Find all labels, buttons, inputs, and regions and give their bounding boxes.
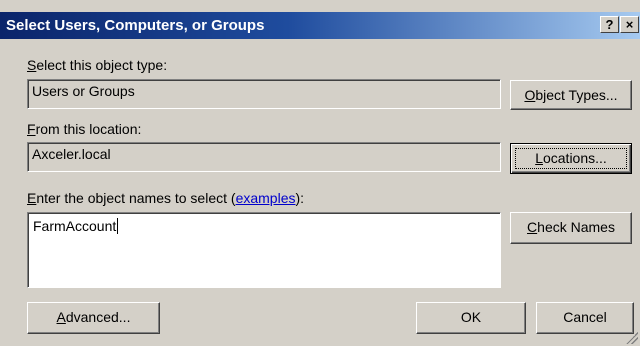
select-users-dialog: Select Users, Computers, or Groups ? × S… xyxy=(0,0,640,346)
names-label-suffix: ): xyxy=(295,190,305,206)
names-label: Enter the object names to select (exampl… xyxy=(27,190,304,206)
object-names-value: FarmAccount xyxy=(33,218,117,234)
object-names-value-wrap: FarmAccount xyxy=(33,218,119,234)
location-label: From this location: xyxy=(27,121,141,137)
object-type-label: Select this object type: xyxy=(27,57,167,73)
cancel-button[interactable]: Cancel xyxy=(536,302,634,334)
names-label-rest: nter the object names to select ( xyxy=(36,190,236,206)
locations-button[interactable]: Locations... xyxy=(510,143,632,174)
check-names-button-rest: heck Names xyxy=(537,219,615,235)
help-button[interactable]: ? xyxy=(600,16,619,33)
dialog-title: Select Users, Computers, or Groups xyxy=(6,17,265,34)
location-value: Axceler.local xyxy=(32,146,111,162)
close-button[interactable]: × xyxy=(620,16,639,33)
object-type-label-rest: elect this object type: xyxy=(36,57,168,73)
check-names-button[interactable]: Check Names xyxy=(510,212,632,244)
object-names-input[interactable]: FarmAccount xyxy=(27,212,501,288)
ok-button[interactable]: OK xyxy=(416,302,526,334)
location-field: Axceler.local xyxy=(27,142,501,172)
object-type-value: Users or Groups xyxy=(32,83,135,99)
advanced-mnemonic: A xyxy=(56,309,66,325)
check-names-mnemonic: C xyxy=(527,219,538,235)
advanced-button[interactable]: Advanced... xyxy=(27,302,160,334)
location-label-mnemonic: F xyxy=(27,121,36,137)
object-type-field: Users or Groups xyxy=(27,79,501,109)
names-label-mnemonic: E xyxy=(27,190,37,206)
object-type-label-mnemonic: S xyxy=(27,57,37,73)
resize-grip[interactable] xyxy=(626,332,638,344)
object-types-button-rest: bject Types... xyxy=(535,87,618,103)
examples-link[interactable]: examples xyxy=(236,190,296,206)
object-types-button[interactable]: Object Types... xyxy=(510,80,632,110)
focus-rectangle xyxy=(515,148,627,169)
object-types-mnemonic: O xyxy=(524,87,536,103)
text-cursor xyxy=(117,218,119,234)
title-bar[interactable]: Select Users, Computers, or Groups ? × xyxy=(0,12,640,39)
advanced-button-rest: dvanced... xyxy=(65,309,131,325)
location-label-rest: rom this location: xyxy=(35,121,142,137)
